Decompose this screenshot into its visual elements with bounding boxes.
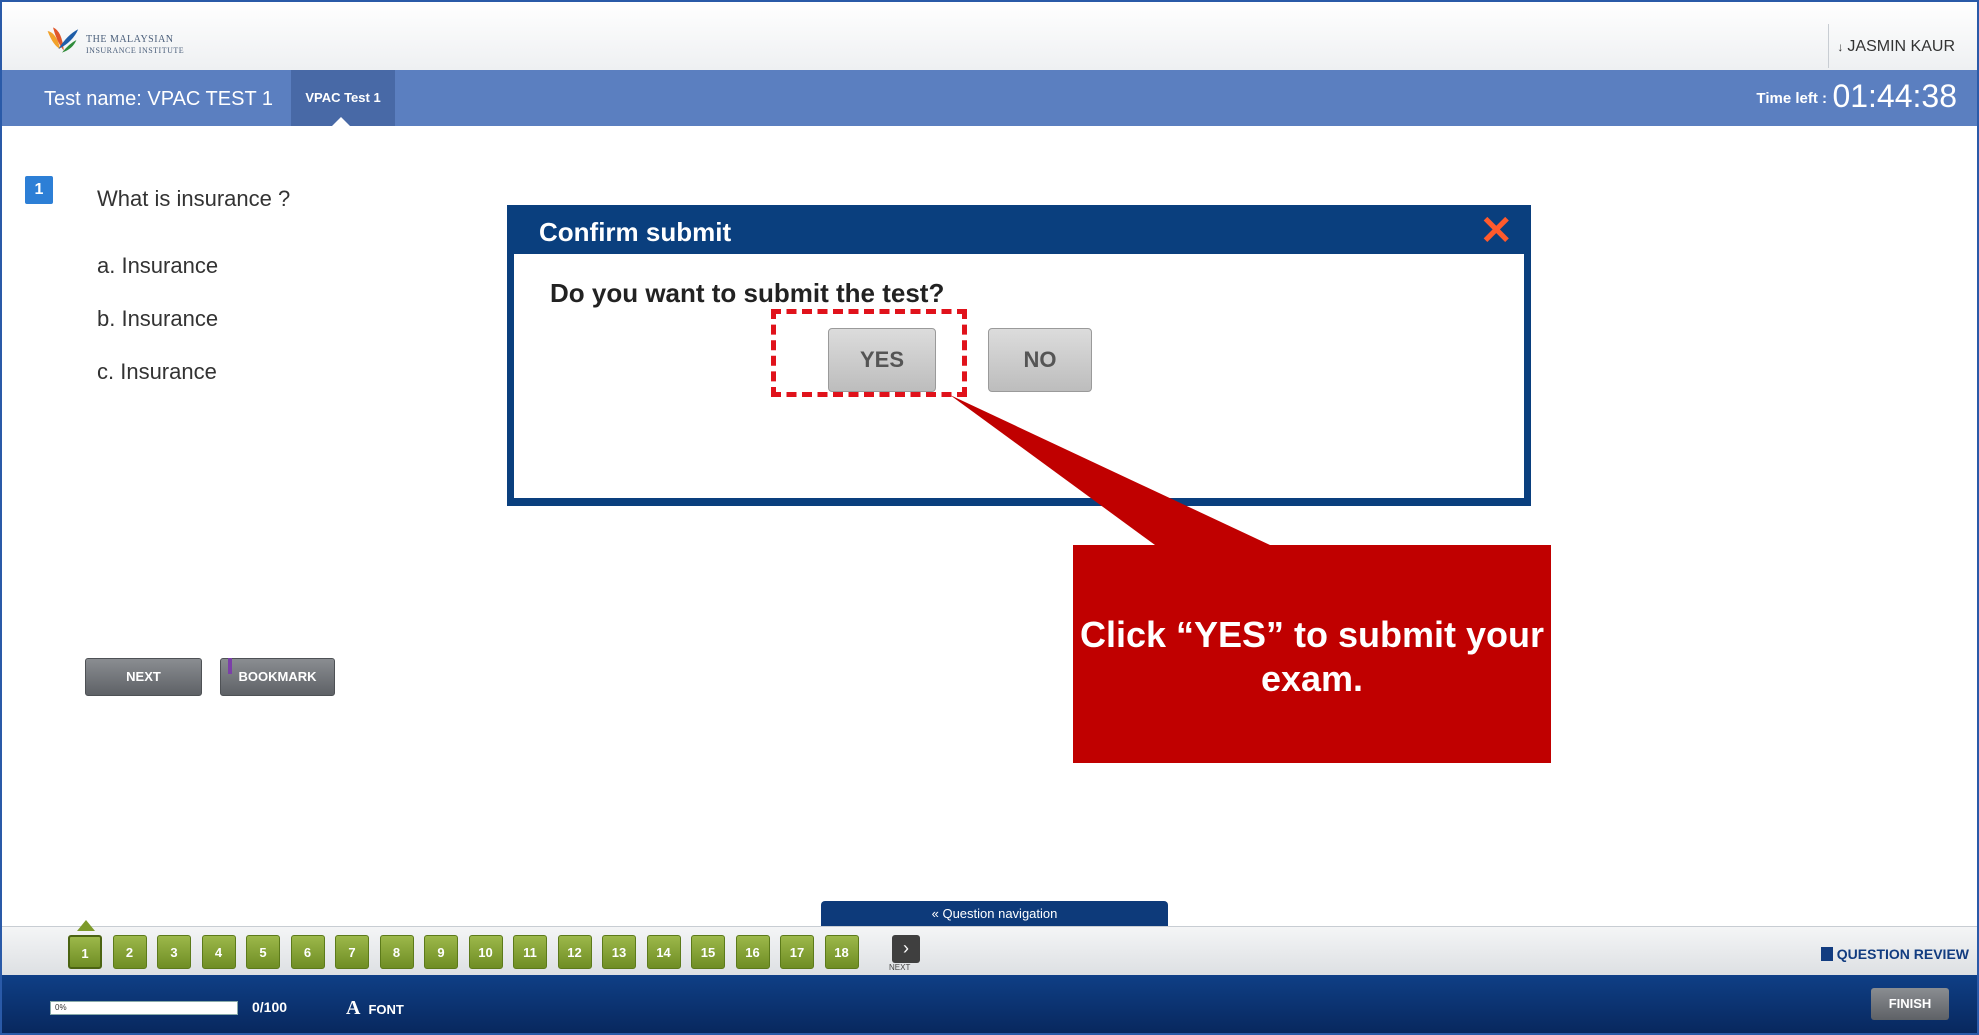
dialog-message: Do you want to submit the test? — [550, 278, 945, 308]
header-divider — [1828, 24, 1829, 68]
test-name: Test name: VPAC TEST 1 — [44, 88, 273, 110]
question-nav-button[interactable]: 17 — [780, 935, 814, 969]
time-left-label: Time left : — [1756, 90, 1827, 107]
review-icon — [1820, 947, 1833, 961]
question-nav-button[interactable]: 11 — [513, 935, 547, 969]
question-nav-button[interactable]: 16 — [735, 935, 770, 969]
score-text: 0/100 — [252, 999, 288, 1015]
question-nav-button[interactable]: 12 — [557, 935, 592, 969]
logo-text: THE MALAYSIAN INSURANCE INSTITUTE — [86, 34, 184, 56]
question-nav-button[interactable]: 1 — [68, 935, 102, 969]
no-button[interactable]: NO — [988, 328, 1092, 392]
instruction-callout: Click “YES” to submit your exam. — [1073, 545, 1551, 763]
time-left-value: 01:44:38 — [1832, 78, 1957, 114]
user-menu[interactable]: ↓ JASMIN KAUR — [1837, 38, 1955, 56]
question-nav-button[interactable]: 13 — [602, 935, 636, 969]
callout-text: Click “YES” to submit your exam. — [1079, 614, 1545, 699]
question-review-label: QUESTION REVIEW — [1836, 946, 1969, 962]
question-nav-button[interactable]: 5 — [246, 935, 280, 969]
question-nav-button[interactable]: 4 — [201, 935, 236, 969]
finish-button[interactable]: FINISH — [1871, 988, 1949, 1020]
nav-next-label: NEXT — [889, 963, 911, 972]
user-name: JASMIN KAUR — [1847, 38, 1955, 55]
option-a[interactable]: a. Insurance — [97, 253, 218, 279]
question-navigation-toggle[interactable]: « Question navigation — [821, 901, 1168, 927]
option-b[interactable]: b. Insurance — [97, 306, 218, 332]
institute-logo-icon — [47, 27, 79, 53]
test-bar: Test name: VPAC TEST 1 VPAC Test 1 Time … — [2, 70, 1977, 126]
callout-pointer — [950, 395, 1270, 545]
top-header: THE MALAYSIAN INSURANCE INSTITUTE ↓ JASMI… — [2, 2, 1977, 71]
yes-highlight-box — [771, 309, 967, 397]
option-c[interactable]: c. Insurance — [97, 359, 217, 385]
question-nav-button[interactable]: 6 — [290, 935, 325, 969]
question-nav-button[interactable]: 15 — [691, 935, 725, 969]
question-nav-button[interactable]: 18 — [824, 935, 859, 969]
question-nav-button[interactable]: 10 — [468, 935, 503, 969]
question-review-button[interactable]: QUESTION REVIEW — [1820, 946, 1969, 962]
progress-label: 0% — [55, 1003, 67, 1012]
question-nav-button[interactable]: 14 — [646, 935, 681, 969]
current-question-indicator — [77, 920, 95, 931]
question-nav-button[interactable]: 7 — [335, 935, 369, 969]
bookmark-label: BOOKMARK — [238, 669, 317, 684]
dialog-title: Confirm submit — [539, 217, 732, 247]
caret-down-icon: ↓ — [1837, 40, 1844, 54]
logo-line-2: INSURANCE INSTITUTE — [86, 46, 185, 55]
close-icon[interactable]: ✕ — [1479, 211, 1513, 251]
progress-bar: 0% — [50, 1001, 238, 1015]
font-button[interactable]: A FONT — [346, 997, 404, 1020]
nav-next-icon[interactable]: › — [892, 935, 920, 963]
question-nav-button[interactable]: 3 — [157, 935, 191, 969]
question-nav-button[interactable]: 8 — [379, 935, 414, 969]
bookmark-button[interactable]: BOOKMARK — [220, 658, 335, 696]
question-nav-button[interactable]: 9 — [424, 935, 458, 969]
question-nav-button[interactable]: 2 — [112, 935, 147, 969]
font-icon: A — [346, 997, 361, 1019]
next-button[interactable]: NEXT — [85, 658, 202, 696]
font-label: FONT — [368, 1002, 404, 1017]
tab-indicator — [331, 117, 351, 127]
logo-line-1: THE MALAYSIAN — [86, 34, 174, 45]
footer-bar: 0% 0/100 A FONT FINISH — [2, 975, 1977, 1033]
question-text: What is insurance ? — [97, 186, 291, 211]
bookmark-icon — [228, 658, 232, 674]
question-number-badge: 1 — [25, 176, 53, 204]
